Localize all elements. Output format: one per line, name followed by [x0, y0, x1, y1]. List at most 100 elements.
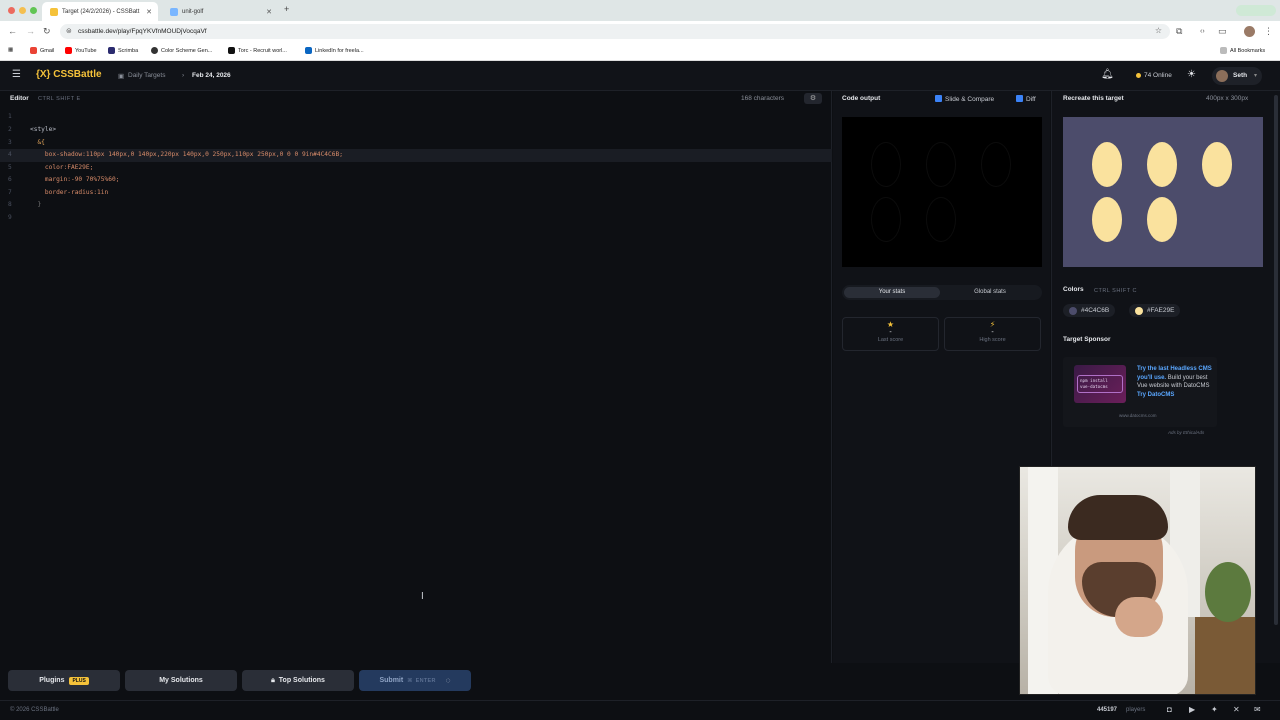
bluesky-icon[interactable]: ✦ — [1211, 705, 1218, 714]
minimize-window-button[interactable] — [19, 7, 26, 14]
close-tab-icon[interactable]: ✕ — [266, 8, 272, 16]
all-bookmarks[interactable]: All Bookmarks — [1220, 47, 1265, 54]
submit-button[interactable]: Submit ⌘ ENTER ◌ — [359, 670, 471, 691]
slide-compare-checkbox-icon — [935, 95, 942, 102]
code-line[interactable]: 3 &{ — [0, 137, 832, 150]
output-ghost-shape — [981, 142, 1011, 187]
apps-icon[interactable]: ▦ — [8, 47, 13, 53]
target-image[interactable] — [1063, 117, 1263, 267]
devtools-icon[interactable]: ‹› — [1200, 26, 1205, 37]
sponsor-code-snippet: npm install vue-datocms — [1077, 375, 1123, 393]
webcam-person-hair — [1068, 495, 1168, 540]
bookmark-youtube[interactable]: YouTube — [65, 47, 97, 54]
code-line[interactable]: 9 — [0, 212, 832, 225]
tab-bar: Target (24/2/2026) - CSSBatt ✕ unit-golf… — [0, 0, 1280, 21]
cssbattle-logo[interactable]: {X} CSSBattle — [36, 69, 102, 80]
my-solutions-button[interactable]: My Solutions — [125, 670, 237, 691]
profile-avatar-icon[interactable] — [1244, 26, 1255, 37]
colors-title: Colors — [1063, 286, 1084, 293]
bookmark-scrimba[interactable]: Scrimba — [108, 47, 138, 54]
address-bar[interactable]: ⊜ cssbattle.dev/play/FpqYKVfnMOUDjVocqaV… — [60, 24, 1170, 39]
discord-icon[interactable]: ◘ — [1167, 705, 1172, 714]
bookmark-star-icon[interactable]: ☆ — [1155, 26, 1162, 35]
code-line[interactable]: 1 — [0, 111, 832, 124]
plugins-button[interactable]: Plugins PLUS — [8, 670, 120, 691]
forward-icon[interactable]: → — [26, 26, 35, 37]
colors-shortcut: CTRL SHIFT C — [1094, 288, 1137, 294]
stats-tabs: Your stats Global stats — [842, 285, 1042, 300]
reload-icon[interactable]: ↻ — [43, 26, 51, 37]
youtube-icon — [65, 47, 72, 54]
hamburger-menu-icon[interactable]: ☰ — [12, 70, 21, 80]
close-window-button[interactable] — [8, 7, 15, 14]
bookmark-gmail[interactable]: Gmail — [30, 47, 54, 54]
target-size: 400px x 300px — [1206, 95, 1249, 102]
code-output-preview[interactable] — [842, 117, 1042, 267]
tab-label: unit-golf — [182, 8, 204, 15]
tab-global-stats[interactable]: Global stats — [942, 287, 1038, 298]
high-score-label: High score — [979, 337, 1006, 343]
line-text: color:FAE29E; — [30, 163, 94, 171]
code-line[interactable]: 8 } — [0, 199, 832, 212]
editor-title: Editor — [10, 95, 29, 102]
color-chip-shape[interactable]: #FAE29E — [1129, 304, 1181, 317]
notifications-bell-icon[interactable]: 🔔︎ — [1101, 69, 1114, 80]
new-tab-button[interactable]: + — [284, 4, 289, 14]
page-scrollbar[interactable] — [1274, 95, 1278, 625]
sponsor-url[interactable]: www.datocms.com — [1119, 413, 1157, 418]
close-tab-icon[interactable]: ✕ — [146, 8, 152, 16]
bookmark-color-scheme[interactable]: Color Scheme Gen... — [151, 47, 212, 54]
breadcrumb-daily-targets[interactable]: Daily Targets — [128, 72, 165, 79]
address-row: ← → ↻ ⊜ cssbattle.dev/play/FpqYKVfnMOUDj… — [0, 21, 1280, 42]
character-count: 168 characters — [741, 95, 784, 102]
line-number: 3 — [8, 138, 12, 146]
diff-toggle[interactable]: Diff — [1016, 95, 1036, 103]
sponsor-cta[interactable]: Try DatoCMS — [1137, 392, 1174, 398]
theme-toggle-sun-icon[interactable]: ☀ — [1187, 69, 1196, 80]
browser-tab-cssbattle[interactable]: Target (24/2/2026) - CSSBatt ✕ — [42, 2, 158, 21]
copyright: © 2026 CSSBattle — [10, 707, 59, 713]
players-label: players — [1126, 707, 1146, 713]
extensions-icon[interactable]: ⧉ — [1176, 26, 1182, 37]
code-line[interactable]: 5 color:FAE29E; — [0, 162, 832, 175]
user-menu[interactable]: Seth ▾ — [1212, 67, 1262, 85]
x-twitter-icon[interactable]: ✕ — [1233, 705, 1240, 714]
scrimba-icon — [108, 47, 115, 54]
bookmark-label: Color Scheme Gen... — [161, 47, 213, 54]
site-info-icon[interactable]: ⊜ — [66, 27, 72, 35]
sponsor-ad[interactable]: npm install vue-datocms Try the last Hea… — [1063, 357, 1217, 427]
plus-badge: PLUS — [69, 676, 89, 685]
cast-icon[interactable]: ▭ — [1218, 26, 1227, 37]
color-hex: #FAE29E — [1147, 307, 1175, 314]
top-solutions-button[interactable]: 🔒︎ Top Solutions — [242, 670, 354, 691]
color-chip-bg[interactable]: #4C4C6B — [1063, 304, 1116, 317]
line-text: margin:-90 70%75%60; — [30, 176, 120, 183]
target-oval-shape — [1147, 142, 1177, 187]
browser-menu-icon[interactable]: ⋮ — [1264, 26, 1273, 37]
app-header: ☰ {X} CSSBattle ▣ Daily Targets › Feb 24… — [0, 61, 1280, 91]
profile-chip[interactable] — [1236, 5, 1276, 16]
high-score-value: - — [991, 329, 994, 336]
browser-tab-unit-golf[interactable]: unit-golf ✕ — [162, 2, 278, 21]
code-line[interactable]: 2 <style> — [0, 124, 832, 137]
target-oval-shape — [1202, 142, 1232, 187]
output-ghost-shape — [926, 197, 956, 242]
bookmark-linkedin[interactable]: LinkedIn for freela... — [305, 47, 364, 54]
bookmark-torc[interactable]: Torc - Recruit worl... — [228, 47, 287, 54]
bookmark-label: Scrimba — [118, 47, 139, 54]
back-icon[interactable]: ← — [8, 26, 17, 37]
code-line[interactable]: 7 border-radius:1in — [0, 187, 832, 200]
youtube-icon[interactable]: ▶ — [1189, 705, 1195, 714]
code-line[interactable]: 6 margin:-90 70%75%60; — [0, 174, 832, 187]
target-panel: Recreate this target 400px x 300px Color… — [1019, 91, 1280, 695]
slide-compare-toggle[interactable]: Slide & Compare — [935, 95, 994, 103]
code-line-active[interactable]: 4 box-shadow:110px 140px,0 140px,220px 1… — [0, 149, 832, 162]
ads-by-label[interactable]: Ads by EthicalAds — [1168, 430, 1204, 435]
tab-your-stats[interactable]: Your stats — [844, 287, 940, 298]
email-icon[interactable]: ✉ — [1254, 705, 1261, 714]
editor-settings-gear-icon[interactable]: ⚙ — [804, 93, 822, 104]
maximize-window-button[interactable] — [30, 7, 37, 14]
browser-chrome: Target (24/2/2026) - CSSBatt ✕ unit-golf… — [0, 0, 1280, 61]
line-number: 4 — [8, 151, 12, 158]
players-count: 445197 — [1097, 707, 1118, 713]
